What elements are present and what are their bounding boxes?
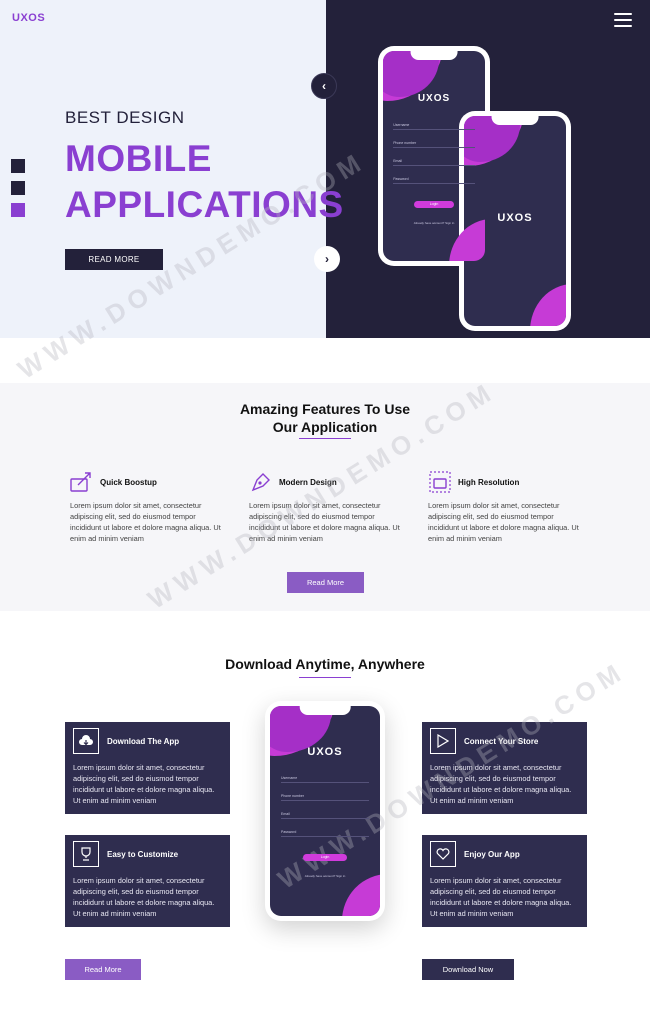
chevron-left-icon: ‹ [322, 79, 326, 93]
features-title-line1: Amazing Features To Use [239, 401, 411, 417]
phone-field: Phone number [393, 141, 475, 148]
feature-name: Quick Boostup [100, 477, 157, 487]
slider-indicators [11, 159, 25, 225]
feature-item: High Resolution Lorem ipsum dolor sit am… [428, 470, 585, 544]
cloud-download-icon [73, 728, 99, 754]
download-title-underline [299, 677, 351, 678]
resolution-icon [428, 470, 452, 494]
card-text: Lorem ipsum dolor sit amet, consectetur … [430, 876, 572, 918]
phone-field: Password [393, 177, 475, 184]
card-name: Download The App [107, 736, 180, 746]
features-title-underline [299, 438, 351, 439]
card-name: Enjoy Our App [464, 849, 520, 859]
download-now-button[interactable]: Download Now [422, 959, 514, 980]
phone-field: Username [281, 776, 369, 783]
download-card: Connect Your Store Lorem ipsum dolor sit… [422, 722, 587, 814]
phone-field: Email [281, 812, 369, 819]
phone-mockup-download: UXOS Username Phone number Email Passwor… [265, 701, 385, 921]
phone-footer-text: Already have account? Sign in [304, 874, 346, 878]
download-read-more-button[interactable]: Read More [65, 959, 141, 980]
feature-name: High Resolution [458, 477, 520, 487]
features-title-line2: Our Application [272, 419, 378, 435]
card-name: Easy to Customize [107, 849, 179, 859]
phone-field: Username [393, 123, 475, 130]
pen-tool-icon [249, 470, 273, 494]
download-card: Easy to Customize Lorem ipsum dolor sit … [65, 835, 230, 927]
menu-icon[interactable] [614, 13, 632, 27]
download-card: Enjoy Our App Lorem ipsum dolor sit amet… [422, 835, 587, 927]
phone-logo: UXOS [417, 93, 451, 104]
phone-mockup-splash: UXOS [459, 111, 571, 331]
feature-text: Lorem ipsum dolor sit amet, consectetur … [428, 501, 579, 543]
card-text: Lorem ipsum dolor sit amet, consectetur … [73, 763, 215, 805]
phone-logo: UXOS [497, 212, 533, 224]
phone-login-button: Login [303, 854, 347, 861]
card-name: Connect Your Store [464, 736, 539, 746]
hero-title-line2: APPLICATIONS [65, 184, 344, 225]
download-card: Download The App Lorem ipsum dolor sit a… [65, 722, 230, 814]
chevron-right-icon: › [325, 252, 329, 266]
feature-item: Modern Design Lorem ipsum dolor sit amet… [249, 470, 406, 544]
hero-title-line1: MOBILE [65, 138, 212, 179]
slide-dot-2[interactable] [11, 181, 25, 195]
hero-title: MOBILE APPLICATIONS [65, 136, 344, 228]
heart-icon [430, 841, 456, 867]
features-read-more-button[interactable]: Read More [287, 572, 364, 593]
feature-name: Modern Design [279, 477, 337, 487]
play-store-icon [430, 728, 456, 754]
phone-field: Email [393, 159, 475, 166]
phone-field: Password [281, 830, 369, 837]
slider-next-button[interactable]: › [314, 246, 340, 272]
feature-text: Lorem ipsum dolor sit amet, consectetur … [70, 501, 221, 543]
phone-logo: UXOS [307, 746, 343, 758]
slider-prev-button[interactable]: ‹ [311, 73, 337, 99]
card-text: Lorem ipsum dolor sit amet, consectetur … [73, 876, 215, 918]
hero-section: UXOS BEST DESIGN MOBILE APPLICATIONS REA… [0, 0, 650, 338]
hero-pre-title: BEST DESIGN [65, 108, 185, 127]
feature-text: Lorem ipsum dolor sit amet, consectetur … [249, 501, 400, 543]
phone-field: Phone number [281, 794, 369, 801]
trophy-icon [73, 841, 99, 867]
site-logo[interactable]: UXOS [12, 12, 45, 24]
hero-read-more-button[interactable]: READ MORE [65, 249, 163, 270]
feature-item: Quick Boostup Lorem ipsum dolor sit amet… [70, 470, 227, 544]
slide-dot-3[interactable] [11, 203, 25, 217]
rocket-icon [70, 470, 94, 494]
download-title: Download Anytime, Anywhere [225, 656, 425, 672]
phone-login-button: Login [413, 201, 455, 208]
features-title: Amazing Features To Use Our Application [0, 400, 650, 436]
slide-dot-1[interactable] [11, 159, 25, 173]
card-text: Lorem ipsum dolor sit amet, consectetur … [430, 763, 572, 805]
